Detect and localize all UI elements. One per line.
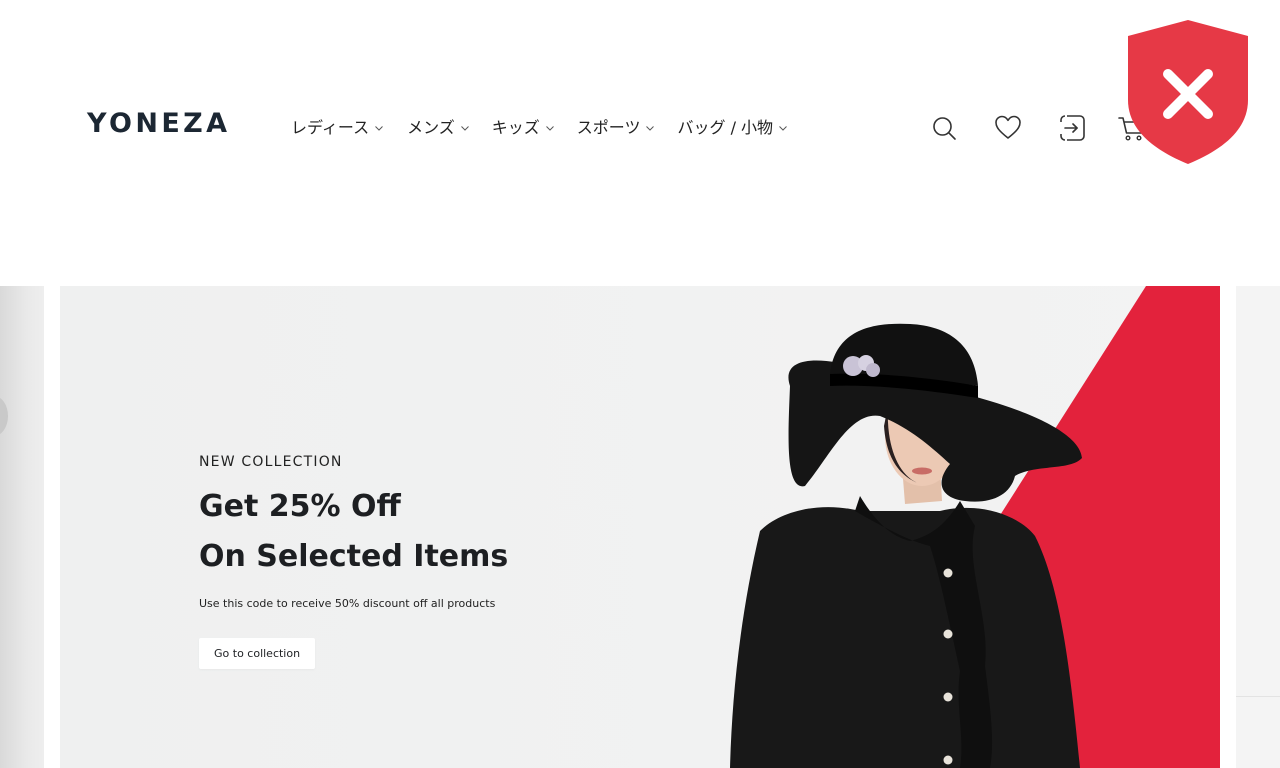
nav-item-ladies[interactable]: レディース <box>291 115 384 141</box>
page: YONEZA レディース メンズ キッズ スポーツ バッグ / 小物 NEW C… <box>0 0 1280 768</box>
site-header: YONEZA レディース メンズ キッズ スポーツ バッグ / 小物 <box>0 0 1280 286</box>
nav-item-kids[interactable]: キッズ <box>492 115 555 141</box>
hero-headline-line-1: Get 25% Off <box>199 489 401 524</box>
hero-eyebrow: NEW COLLECTION <box>199 454 343 470</box>
main-nav: レディース メンズ キッズ スポーツ バッグ / 小物 <box>291 115 810 141</box>
carousel-next-slide-peek[interactable] <box>1236 286 1280 768</box>
wishlist-button[interactable] <box>993 113 1023 143</box>
nav-item-bags[interactable]: バッグ / 小物 <box>677 115 788 141</box>
search-icon <box>933 117 956 140</box>
carousel-prev-slide-peek[interactable] <box>0 286 44 768</box>
brand-logo[interactable]: YONEZA <box>87 108 230 140</box>
next-slide-divider <box>1236 696 1280 697</box>
search-button[interactable] <box>929 113 959 143</box>
hero-headline: Get 25% Off On Selected Items <box>199 482 508 582</box>
nav-item-label: スポーツ <box>576 118 641 137</box>
heart-icon <box>995 115 1021 139</box>
hero-subtext: Use this code to receive 50% discount of… <box>199 597 496 610</box>
shield-close-button[interactable] <box>1124 18 1252 166</box>
chevron-down-icon <box>375 126 383 131</box>
hero-headline-line-2: On Selected Items <box>199 539 509 574</box>
prev-slide-image <box>0 396 8 436</box>
chevron-down-icon <box>460 126 469 131</box>
nav-item-label: バッグ / 小物 <box>677 118 774 137</box>
chevron-down-icon <box>646 126 655 131</box>
login-button[interactable] <box>1057 113 1087 143</box>
chevron-down-icon <box>779 126 787 131</box>
shield-close-icon <box>1128 20 1248 164</box>
hero-text-block: NEW COLLECTION Get 25% Off On Selected I… <box>199 452 508 669</box>
nav-item-label: レディース <box>291 118 370 137</box>
chevron-down-icon <box>545 126 554 131</box>
nav-item-mens[interactable]: メンズ <box>407 115 470 141</box>
login-icon <box>1060 115 1085 141</box>
nav-item-label: メンズ <box>407 118 455 137</box>
hero-slide: NEW COLLECTION Get 25% Off On Selected I… <box>60 286 1220 768</box>
nav-item-sports[interactable]: スポーツ <box>577 115 656 141</box>
go-to-collection-button[interactable]: Go to collection <box>199 638 316 669</box>
nav-item-label: キッズ <box>491 118 540 137</box>
